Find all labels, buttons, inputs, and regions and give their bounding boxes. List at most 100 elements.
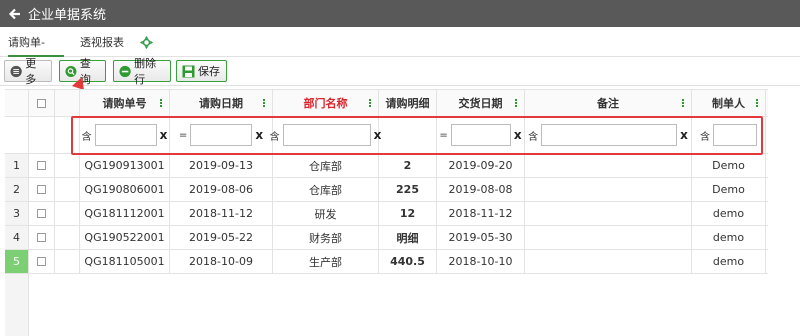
filter-dept: 含 x [270,117,381,153]
cell-detail[interactable]: 2 [379,154,437,177]
filter-clear-button[interactable]: x [160,128,168,142]
cell-creator[interactable]: Demo [692,178,766,201]
filter-order-no: 含 x [80,117,170,153]
col-detail[interactable]: 请购明细 [379,90,437,116]
cell-remark[interactable] [525,226,692,249]
filter-remark: 含 x [525,117,692,153]
table-row[interactable]: 5 QG181105001 2018-10-09 生产部 440.5 2018-… [5,250,768,274]
cell-detail[interactable]: 12 [379,202,437,225]
col-delivery-date[interactable]: 交货日期 [437,90,525,116]
cell-delivery-date[interactable]: 2019-05-30 [437,226,525,249]
row-spacer [55,226,80,249]
cell-delivery-date[interactable]: 2018-11-12 [437,202,525,225]
row-select-cell [29,202,55,225]
table-row[interactable]: 4 QG190522001 2019-05-22 财务部 明细 2019-05-… [5,226,768,250]
cell-order-no[interactable]: QG181105001 [80,250,170,273]
grid-filter-row: 含 x = x 含 x = x 含 x 含 [5,117,768,154]
column-menu-icon[interactable] [515,98,517,108]
cell-remark[interactable] [525,250,692,273]
col-request-date[interactable]: 请购日期 [170,90,273,116]
col-label: 请购单号 [102,97,147,110]
cell-remark[interactable] [525,202,692,225]
cell-delivery-date[interactable]: 2019-09-20 [437,154,525,177]
cell-order-no[interactable]: QG181112001 [80,202,170,225]
row-checkbox[interactable] [37,209,46,218]
cell-order-no[interactable]: QG190522001 [80,226,170,249]
cell-remark[interactable] [525,178,692,201]
col-creator[interactable]: 制单人 [692,90,766,116]
filter-detail [379,117,437,153]
filter-remark-input[interactable] [541,124,678,146]
cell-request-date[interactable]: 2018-11-12 [170,202,273,225]
filter-creator: 含 [692,117,766,153]
header-rownum [5,90,29,116]
row-spacer [55,178,80,201]
cell-creator[interactable]: demo [692,250,766,273]
cell-order-no[interactable]: QG190913001 [80,154,170,177]
cell-dept[interactable]: 仓库部 [273,178,379,201]
filter-request-date-input[interactable] [190,124,253,146]
col-label: 备注 [597,97,619,110]
cell-remark[interactable] [525,154,692,177]
col-label: 交货日期 [458,97,503,110]
cell-delivery-date[interactable]: 2019-08-08 [437,178,525,201]
filter-spacer [55,117,80,153]
table-row[interactable]: 3 QG181112001 2018-11-12 研发 12 2018-11-1… [5,202,768,226]
row-number: 2 [5,178,29,201]
filter-delivery-date: = x [437,117,525,153]
filter-creator-input[interactable] [713,124,757,146]
table-row[interactable]: 2 QG190806001 2019-08-06 仓库部 225 2019-08… [5,178,768,202]
column-menu-icon[interactable] [160,98,162,108]
cell-request-date[interactable]: 2019-05-22 [170,226,273,249]
filter-dept-input[interactable] [282,124,371,146]
row-checkbox[interactable] [37,185,46,194]
cell-order-no[interactable]: QG190806001 [80,178,170,201]
cell-dept[interactable]: 财务部 [273,226,379,249]
column-menu-icon[interactable] [682,98,684,108]
column-menu-icon[interactable] [369,98,371,108]
filter-clear-button[interactable]: x [255,128,263,142]
col-remark[interactable]: 备注 [525,90,692,116]
row-select-cell [29,250,55,273]
select-all-checkbox[interactable] [37,98,46,108]
filter-clear-button[interactable]: x [514,128,522,142]
grid-header-row: 请购单号 请购日期 部门名称 请购明细 交货日期 备注 制单人 [5,89,768,117]
cell-delivery-date[interactable]: 2018-10-10 [437,250,525,273]
cell-detail[interactable]: 明细 [379,226,437,249]
filter-operator[interactable]: 含 [82,128,92,143]
filter-clear-button[interactable]: x [680,128,688,142]
rownum-filler [5,274,29,336]
cell-request-date[interactable]: 2018-10-09 [170,250,273,273]
cell-detail[interactable]: 225 [379,178,437,201]
header-spacer [55,90,80,116]
row-spacer [55,154,80,177]
cell-detail[interactable]: 440.5 [379,250,437,273]
row-checkbox[interactable] [37,233,46,242]
filter-operator[interactable]: 含 [700,128,710,143]
filter-spacer [29,117,55,153]
filter-operator[interactable]: 含 [270,128,280,143]
row-number: 5 [5,250,29,273]
cell-request-date[interactable]: 2019-08-06 [170,178,273,201]
filter-operator[interactable]: 含 [528,128,538,143]
cell-request-date[interactable]: 2019-09-13 [170,154,273,177]
table-row[interactable]: 1 QG190913001 2019-09-13 仓库部 2 2019-09-2… [5,154,768,178]
filter-operator[interactable]: = [439,130,447,141]
column-menu-icon[interactable] [263,98,265,108]
cell-creator[interactable]: demo [692,202,766,225]
row-checkbox[interactable] [37,161,46,170]
row-spacer [55,202,80,225]
column-menu-icon[interactable] [756,98,758,108]
col-label: 请购明细 [385,97,430,110]
cell-dept[interactable]: 仓库部 [273,154,379,177]
filter-delivery-date-input[interactable] [450,124,511,146]
row-checkbox[interactable] [37,257,46,266]
cell-dept[interactable]: 生产部 [273,250,379,273]
col-dept[interactable]: 部门名称 [273,90,379,116]
cell-dept[interactable]: 研发 [273,202,379,225]
cell-creator[interactable]: Demo [692,154,766,177]
filter-operator[interactable]: = [179,130,187,141]
col-order-no[interactable]: 请购单号 [80,90,170,116]
cell-creator[interactable]: demo [692,226,766,249]
filter-order-no-input[interactable] [94,124,157,146]
